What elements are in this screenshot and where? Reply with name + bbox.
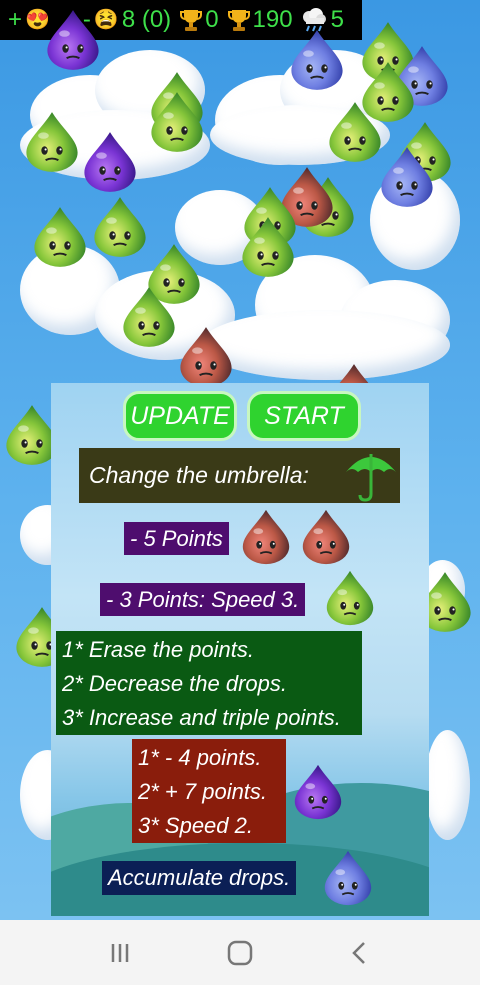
- trophy-icon: [227, 8, 250, 32]
- start-button[interactable]: START: [247, 391, 361, 441]
- accumulate-drops-label: Accumulate drops.: [102, 861, 297, 895]
- drop-character[interactable]: [375, 145, 439, 209]
- umbrella-icon[interactable]: [342, 448, 400, 503]
- drop-character[interactable]: [289, 763, 347, 821]
- red-option: 3* Speed 2.: [138, 813, 253, 838]
- cloud: [425, 730, 470, 840]
- back-icon[interactable]: [330, 928, 390, 978]
- options-panel: UPDATE START Change the umbrella: - 5 Po…: [51, 383, 429, 916]
- green-options-label: 1* Erase the points. 2* Decrease the dro…: [56, 631, 362, 735]
- red-options-label: 1* - 4 points. 2* + 7 points. 3* Speed 2…: [132, 739, 286, 843]
- plus-sign: +: [8, 6, 23, 33]
- drop-character[interactable]: [321, 569, 379, 627]
- drop-character[interactable]: [236, 215, 300, 279]
- trophy-icon: [180, 8, 203, 32]
- home-icon[interactable]: [210, 928, 270, 978]
- update-button[interactable]: UPDATE: [123, 391, 237, 441]
- green-option: 3* Increase and triple points.: [62, 705, 341, 730]
- drop-character[interactable]: [319, 849, 377, 907]
- change-umbrella-label: Change the umbrella:: [79, 448, 400, 503]
- drop-character[interactable]: [117, 285, 181, 349]
- minus-five-points-label: - 5 Points: [124, 522, 229, 555]
- drop-character[interactable]: [174, 325, 238, 389]
- drop-character[interactable]: [20, 110, 84, 174]
- drop-character[interactable]: [145, 90, 209, 154]
- minus-three-points-label: - 3 Points: Speed 3.: [100, 583, 306, 616]
- system-nav-bar: [0, 920, 480, 985]
- drop-character[interactable]: [297, 508, 355, 566]
- recent-apps-icon[interactable]: [90, 928, 150, 978]
- red-option: 1* - 4 points.: [138, 745, 262, 770]
- red-option: 2* + 7 points.: [138, 779, 268, 804]
- drop-character[interactable]: [237, 508, 295, 566]
- drops-count: 8 (0): [121, 6, 172, 33]
- drop-character[interactable]: [285, 28, 349, 92]
- trophy-count: 0: [205, 6, 219, 33]
- drop-character[interactable]: [28, 205, 92, 269]
- green-option: 1* Erase the points.: [62, 637, 255, 662]
- change-umbrella-text: Change the umbrella:: [89, 462, 309, 488]
- green-option: 2* Decrease the drops.: [62, 671, 288, 696]
- drop-character[interactable]: [41, 8, 105, 72]
- game-stage[interactable]: + 😍 - 😫 8 (0) 0 190 5 UPDATE START Chang…: [0, 0, 480, 920]
- drop-character[interactable]: [78, 130, 142, 194]
